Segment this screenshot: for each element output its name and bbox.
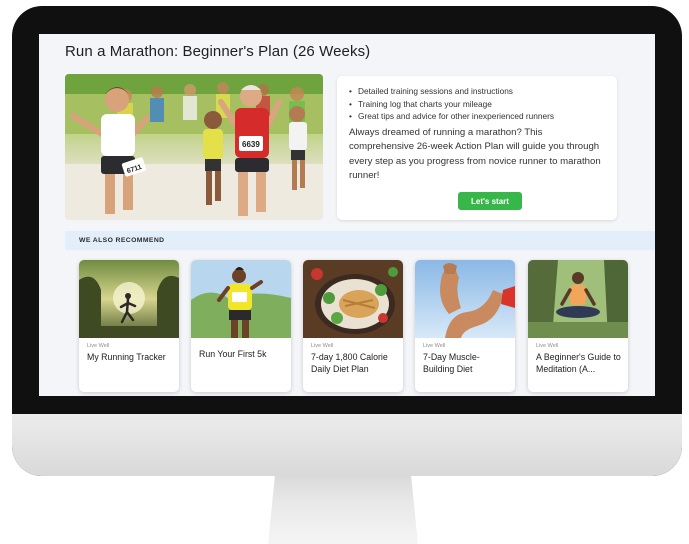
feature-item: Detailed training sessions and instructi… (349, 85, 605, 98)
salad-plate-image (303, 260, 403, 338)
card-image (303, 260, 403, 338)
card-title: Run Your First 5k (199, 349, 267, 359)
recommend-card-meditation[interactable]: Live Well A Beginner's Guide to Meditati… (528, 260, 628, 392)
card-image (415, 260, 515, 338)
lets-start-button[interactable]: Let's start (458, 192, 522, 210)
plan-info-card: Detailed training sessions and instructi… (337, 76, 617, 220)
hero-illustration: 6711 6639 (65, 74, 323, 220)
card-title: 7-day 1,800 Calorie Daily Diet Plan (311, 352, 388, 374)
card-title: A Beginner's Guide to Meditation (A... (536, 352, 621, 374)
recommend-card-calorie-diet[interactable]: Live Well 7-day 1,800 Calorie Daily Diet… (303, 260, 403, 392)
recommend-card-running-tracker[interactable]: Live Well My Running Tracker (79, 260, 179, 392)
card-image (528, 260, 628, 338)
card-category: Live Well (87, 343, 110, 349)
card-category: Live Well (311, 343, 334, 349)
recommend-card-muscle-diet[interactable]: Live Well 7-Day Muscle-Building Diet (415, 260, 515, 392)
monitor-chin (12, 414, 682, 476)
runner-silhouette-image (79, 260, 179, 338)
page-title: Run a Marathon: Beginner's Plan (26 Week… (65, 43, 371, 60)
card-title: 7-Day Muscle-Building Diet (423, 352, 480, 374)
feature-list: Detailed training sessions and instructi… (349, 85, 605, 123)
card-title: My Running Tracker (87, 352, 166, 362)
feature-item: Great tips and advice for other inexperi… (349, 110, 605, 123)
meditation-image (528, 260, 628, 338)
card-category: Live Well (423, 343, 446, 349)
card-image (79, 260, 179, 338)
feature-item: Training log that charts your mileage (349, 98, 605, 111)
screen: Run a Marathon: Beginner's Plan (26 Week… (39, 34, 655, 396)
card-category: Live Well (536, 343, 559, 349)
monitor: Run a Marathon: Beginner's Plan (26 Week… (12, 6, 682, 476)
recommend-card-first-5k[interactable]: Run Your First 5k (191, 260, 291, 392)
woman-runner-image (191, 260, 291, 338)
flexed-arm-image (415, 260, 515, 338)
recommend-heading: WE ALSO RECOMMEND (65, 231, 655, 250)
plan-description: Always dreamed of running a marathon? Th… (349, 126, 601, 182)
card-image (191, 260, 291, 338)
hero-image: 6711 6639 (65, 74, 323, 220)
bib-right: 6639 (242, 140, 260, 149)
